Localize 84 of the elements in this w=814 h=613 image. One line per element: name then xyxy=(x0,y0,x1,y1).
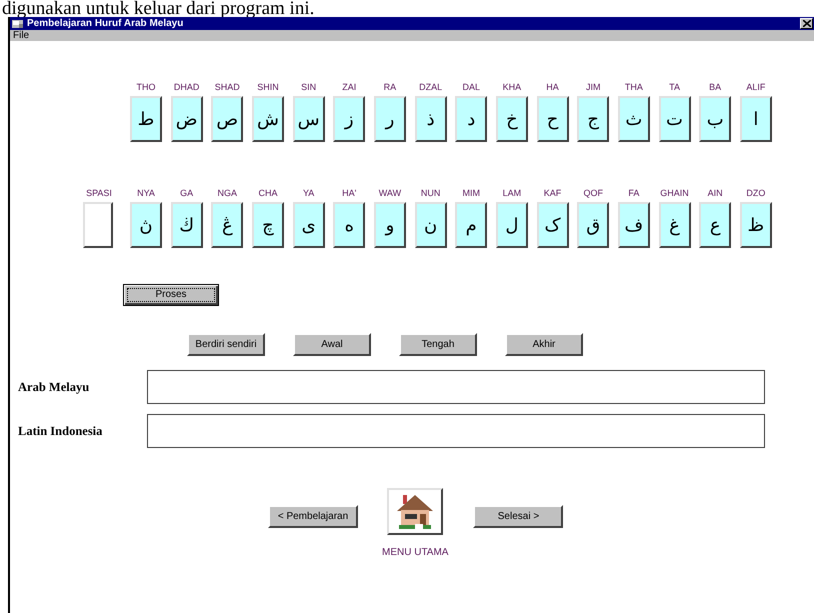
letter-button[interactable]: م xyxy=(455,202,488,248)
letter-button[interactable]: ڠ xyxy=(211,202,244,248)
letter-label: ALIF xyxy=(745,82,766,93)
input-field[interactable] xyxy=(147,414,765,448)
input-field[interactable] xyxy=(147,370,765,404)
letter-button[interactable]: س xyxy=(292,96,325,142)
letter-label: RA xyxy=(382,82,398,93)
letter-button[interactable]: ل xyxy=(496,202,528,248)
letter-label: DZO xyxy=(745,188,766,199)
caption-text: digunakan untuk keluar dari program ini. xyxy=(1,0,316,17)
letter-button[interactable]: ح xyxy=(536,96,569,142)
letter-label: SHAD xyxy=(214,82,241,93)
letter-label: BA xyxy=(708,82,722,93)
letter-button[interactable]: ک xyxy=(536,202,569,248)
letter-label: SPASI xyxy=(85,188,113,199)
letter-label: THA xyxy=(624,82,644,93)
letter-label: ZAI xyxy=(341,82,358,93)
letter-label: HA' xyxy=(341,188,358,199)
letter-label: LAM xyxy=(502,188,522,199)
letter-button[interactable]: ت xyxy=(658,96,691,142)
letter-button[interactable]: ق xyxy=(577,202,610,248)
form-button[interactable]: Awal xyxy=(293,333,371,356)
letter-button[interactable]: ذ xyxy=(414,96,447,142)
letter-label: WAW xyxy=(378,188,402,199)
letter-label: DAL xyxy=(461,82,481,93)
letter-button[interactable]: ث xyxy=(618,96,650,142)
menu-item[interactable]: File xyxy=(13,30,30,41)
letter-label: NUN xyxy=(420,188,442,199)
letter-label: YA xyxy=(302,188,316,199)
app-icon xyxy=(12,18,24,28)
letter-label: NYA xyxy=(136,188,156,199)
letter-button[interactable]: خ xyxy=(496,96,528,142)
letter-label: MIM xyxy=(462,188,481,199)
letter-button[interactable]: ع xyxy=(699,202,732,248)
letter-button[interactable]: ش xyxy=(252,96,284,142)
letter-button[interactable]: د xyxy=(455,96,488,142)
form-button[interactable]: Tengah xyxy=(399,333,477,356)
letter-label: AIN xyxy=(706,188,724,199)
letter-button[interactable]: ڽ xyxy=(130,202,162,248)
letter-button[interactable]: ا xyxy=(740,96,772,142)
letter-label: QOF xyxy=(582,188,604,199)
window-title: Pembelajaran Huruf Arab Melayu xyxy=(27,18,184,30)
letter-button[interactable]: ف xyxy=(618,202,650,248)
letter-label: DHAD xyxy=(172,82,200,93)
home-button[interactable] xyxy=(387,488,444,535)
letter-label: HA xyxy=(545,82,560,93)
letter-label: CHA xyxy=(257,188,278,199)
letter-button[interactable]: و xyxy=(374,202,406,248)
letter-label: GA xyxy=(179,188,194,199)
letter-label: THO xyxy=(136,82,156,93)
form-button[interactable]: Berdiri sendiri xyxy=(187,333,265,356)
field-label: Arab Melayu xyxy=(17,380,90,394)
letter-button[interactable]: غ xyxy=(658,202,691,248)
back-button[interactable]: < Pembelajaran xyxy=(268,505,358,528)
letter-label: KHA xyxy=(502,82,522,93)
letter-button[interactable]: ز xyxy=(333,96,366,142)
letter-label: DZAL xyxy=(418,82,444,93)
space-button[interactable] xyxy=(83,202,113,248)
close-button[interactable] xyxy=(800,18,813,29)
letter-label: KAF xyxy=(542,188,562,199)
letter-button[interactable]: ص xyxy=(211,96,244,142)
letter-label: FA xyxy=(627,188,640,199)
letter-button[interactable]: ج xyxy=(577,96,610,142)
letter-button[interactable]: ه xyxy=(333,202,366,248)
letter-button[interactable]: ب xyxy=(699,96,732,142)
letter-label: TA xyxy=(668,82,681,93)
form-button[interactable]: Akhir xyxy=(505,333,583,356)
home-label[interactable]: MENU UTAMA xyxy=(382,547,448,558)
process-button[interactable]: Proses xyxy=(123,284,219,306)
field-label: Latin Indonesia xyxy=(17,424,104,438)
letter-button[interactable]: ڬ xyxy=(170,202,203,248)
finish-button[interactable]: Selesai > xyxy=(473,505,564,528)
letter-button[interactable]: ظ xyxy=(740,202,772,248)
letter-button[interactable]: ض xyxy=(170,96,203,142)
letter-button[interactable]: ى xyxy=(292,202,325,248)
letter-label: SIN xyxy=(300,82,318,93)
letter-button[interactable]: ط xyxy=(130,96,162,142)
letter-button[interactable]: چ xyxy=(252,202,284,248)
letter-label: GHAIN xyxy=(659,188,690,199)
letter-label: NGA xyxy=(216,188,238,199)
letter-label: JIM xyxy=(584,82,602,93)
letter-label: SHIN xyxy=(256,82,280,93)
letter-button[interactable]: ن xyxy=(414,202,447,248)
letter-button[interactable]: ر xyxy=(374,96,406,142)
